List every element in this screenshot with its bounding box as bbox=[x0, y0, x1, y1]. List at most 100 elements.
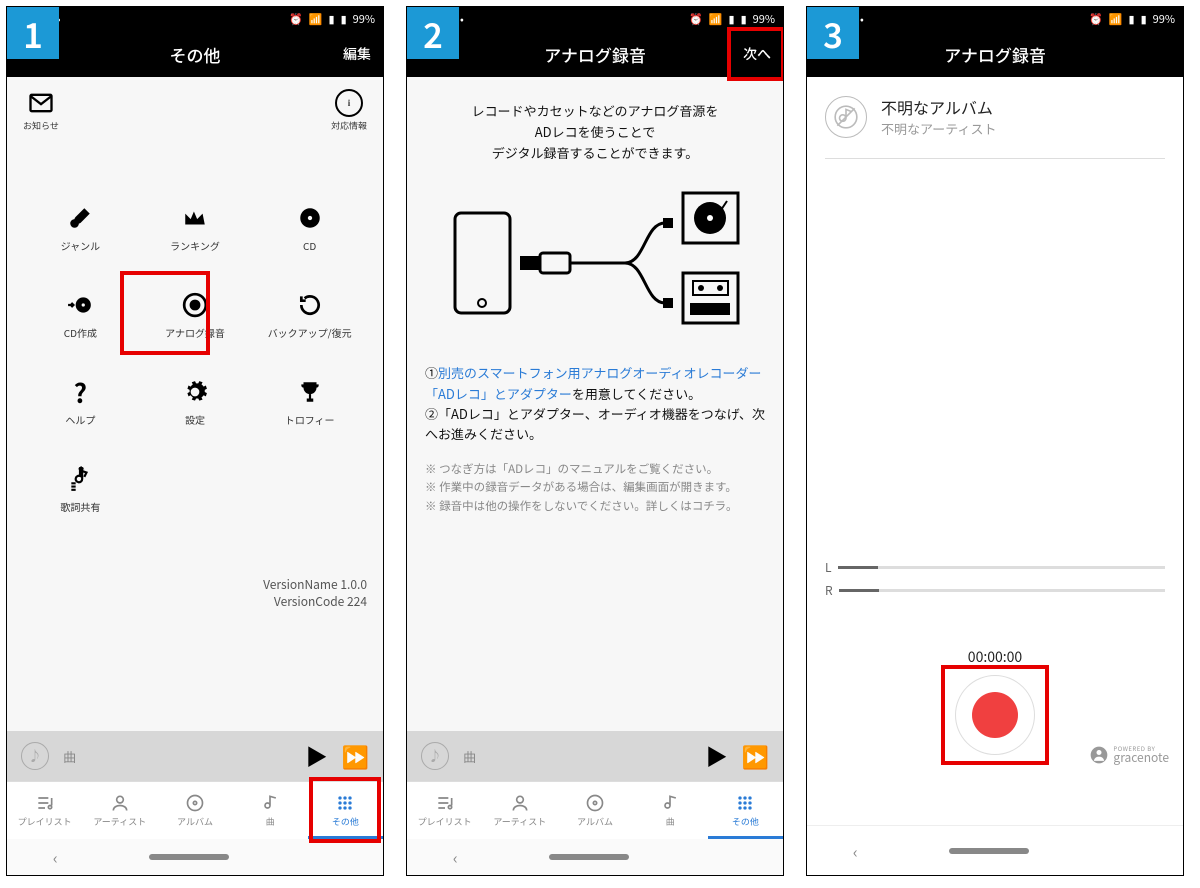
status-bar: ⚙ ▯☁• ⏰📶▮▮ 99% bbox=[407, 7, 783, 31]
back-button[interactable]: ‹ bbox=[453, 845, 458, 869]
album-art-placeholder-icon bbox=[825, 96, 867, 138]
nav-other[interactable]: その他 bbox=[308, 782, 383, 839]
guitar-icon bbox=[66, 204, 94, 232]
mini-player[interactable]: ♪ 曲 ▶ ⏩ bbox=[407, 731, 783, 781]
status-bar: ⚙▯☁• ⏰📶▮▮ 99% bbox=[807, 7, 1183, 31]
crown-icon bbox=[181, 204, 209, 232]
notice-button[interactable]: お知らせ bbox=[23, 89, 59, 132]
system-nav: ‹ bbox=[807, 825, 1183, 875]
details-link[interactable]: コチラ bbox=[692, 498, 726, 514]
nav-song[interactable]: 曲 bbox=[633, 782, 708, 839]
album-art-placeholder-icon: ♪ bbox=[21, 742, 49, 770]
album-title: 不明なアルバム bbox=[881, 95, 996, 119]
edit-button[interactable]: 編集 bbox=[343, 44, 371, 64]
meter-r-label: R bbox=[825, 582, 833, 599]
battery-text: 99% bbox=[353, 11, 375, 27]
restore-icon bbox=[296, 291, 324, 319]
fast-forward-button[interactable]: ⏩ bbox=[742, 740, 769, 772]
song-icon bbox=[260, 793, 280, 813]
grid-item-genre[interactable]: ジャンル bbox=[23, 204, 138, 253]
mini-player[interactable]: ♪ 曲 ▶ ⏩ bbox=[7, 731, 383, 781]
system-nav: ‹ bbox=[407, 839, 783, 875]
bottom-nav: プレイリスト アーティスト アルバム 曲 その他 bbox=[7, 781, 383, 839]
system-nav: ‹ bbox=[7, 839, 383, 875]
wifi-icon: 📶 bbox=[309, 11, 323, 27]
playlist-icon bbox=[35, 793, 55, 813]
signal-icon: ▮ bbox=[329, 11, 335, 27]
meter-l-label: L bbox=[825, 559, 832, 576]
nav-playlist[interactable]: プレイリスト bbox=[407, 782, 482, 839]
step-badge-2: 2 bbox=[407, 7, 459, 59]
cd-icon bbox=[296, 204, 324, 232]
play-button[interactable]: ▶ bbox=[706, 740, 728, 772]
album-header: 不明なアルバム 不明なアーティスト bbox=[807, 77, 1183, 150]
record-dot-icon bbox=[972, 692, 1018, 738]
back-button[interactable]: ‹ bbox=[853, 839, 858, 863]
page-title: その他 bbox=[170, 42, 221, 67]
screen2-content: レコードやカセットなどのアナログ音源を ADレコを使うことで デジタル録音するこ… bbox=[407, 77, 783, 731]
fast-forward-button[interactable]: ⏩ bbox=[342, 740, 369, 772]
nav-album[interactable]: アルバム bbox=[157, 782, 232, 839]
gracenote-icon bbox=[1089, 745, 1109, 765]
info-icon: i bbox=[335, 89, 363, 117]
record-button[interactable] bbox=[955, 675, 1035, 755]
step-badge-3: 3 bbox=[807, 7, 859, 59]
help-icon: ? bbox=[66, 378, 94, 406]
screen3-content: 不明なアルバム 不明なアーティスト L R 00:00:00 POWERED B… bbox=[807, 77, 1183, 825]
back-button[interactable]: ‹ bbox=[53, 845, 58, 869]
cd-import-icon bbox=[66, 291, 94, 319]
record-icon bbox=[181, 291, 209, 319]
app-bar: アナログ録音 bbox=[807, 31, 1183, 77]
connection-diagram bbox=[425, 183, 765, 333]
grid-item-lyrics-share[interactable]: 歌詞共有 bbox=[23, 465, 138, 514]
record-timer: 00:00:00 bbox=[968, 647, 1022, 667]
nav-artist[interactable]: アーティスト bbox=[482, 782, 557, 839]
home-pill[interactable] bbox=[949, 848, 1029, 854]
status-bar: ▯ ☁ ◔ • ⏰ 📶 ▮ ▮ 99% bbox=[7, 7, 383, 31]
mail-icon bbox=[27, 89, 55, 117]
page-title: アナログ録音 bbox=[944, 42, 1046, 67]
grid-item-help[interactable]: ? ヘルプ bbox=[23, 378, 138, 427]
next-button[interactable]: 次へ bbox=[743, 44, 771, 64]
app-bar: その他 編集 bbox=[7, 31, 383, 77]
grid-item-analog-record[interactable]: アナログ録音 bbox=[138, 291, 253, 340]
album-art-placeholder-icon: ♪ bbox=[421, 742, 449, 770]
gracenote-badge: POWERED BY gracenote bbox=[1089, 745, 1169, 765]
nav-artist[interactable]: アーティスト bbox=[82, 782, 157, 839]
bottom-nav: プレイリスト アーティスト アルバム 曲 その他 bbox=[407, 781, 783, 839]
artist-name: 不明なアーティスト bbox=[881, 119, 996, 138]
lyrics-share-icon bbox=[66, 465, 94, 493]
screen1-content: お知らせ i 対応情報 ジャンル ランキング CD CD作成 bbox=[7, 77, 383, 731]
step-badge-1: 1 bbox=[7, 7, 59, 59]
artist-icon bbox=[110, 793, 130, 813]
track-label: 曲 bbox=[63, 747, 76, 766]
grid-item-cd-create[interactable]: CD作成 bbox=[23, 291, 138, 340]
battery-icon: ▮ bbox=[341, 11, 347, 27]
home-pill[interactable] bbox=[549, 854, 629, 860]
grid-item-settings[interactable]: 設定 bbox=[138, 378, 253, 427]
version-info: VersionName 1.0.0 VersionCode 224 bbox=[263, 577, 367, 611]
grid-dots-icon bbox=[335, 793, 355, 813]
nav-other[interactable]: その他 bbox=[708, 782, 783, 839]
alarm-icon: ⏰ bbox=[289, 11, 303, 27]
grid-item-backup[interactable]: バックアップ/復元 bbox=[252, 291, 367, 340]
gear-icon bbox=[181, 378, 209, 406]
nav-song[interactable]: 曲 bbox=[233, 782, 308, 839]
level-meters: L R bbox=[825, 559, 1165, 605]
grid-item-trophy[interactable]: トロフィー bbox=[252, 378, 367, 427]
phone-screen-3: 3 ⚙▯☁• ⏰📶▮▮ 99% アナログ録音 不明なアルバム 不明なアーティスト… bbox=[806, 6, 1184, 876]
info-button[interactable]: i 対応情報 bbox=[331, 89, 367, 132]
grid-item-cd[interactable]: CD bbox=[252, 204, 367, 253]
home-pill[interactable] bbox=[149, 854, 229, 860]
phone-screen-1: 1 ▯ ☁ ◔ • ⏰ 📶 ▮ ▮ 99% その他 編集 お知らせ i 対応情報 bbox=[6, 6, 384, 876]
album-icon bbox=[185, 793, 205, 813]
grid-item-ranking[interactable]: ランキング bbox=[138, 204, 253, 253]
nav-playlist[interactable]: プレイリスト bbox=[7, 782, 82, 839]
nav-album[interactable]: アルバム bbox=[557, 782, 632, 839]
play-button[interactable]: ▶ bbox=[306, 740, 328, 772]
page-title: アナログ録音 bbox=[544, 42, 646, 67]
intro-text: レコードやカセットなどのアナログ音源を ADレコを使うことで デジタル録音するこ… bbox=[425, 101, 765, 163]
notes: ※ つなぎ方は「ADレコ」のマニュアルをご覧ください。 ※ 作業中の録音データが… bbox=[425, 460, 765, 515]
track-label: 曲 bbox=[463, 747, 476, 766]
trophy-icon bbox=[296, 378, 324, 406]
